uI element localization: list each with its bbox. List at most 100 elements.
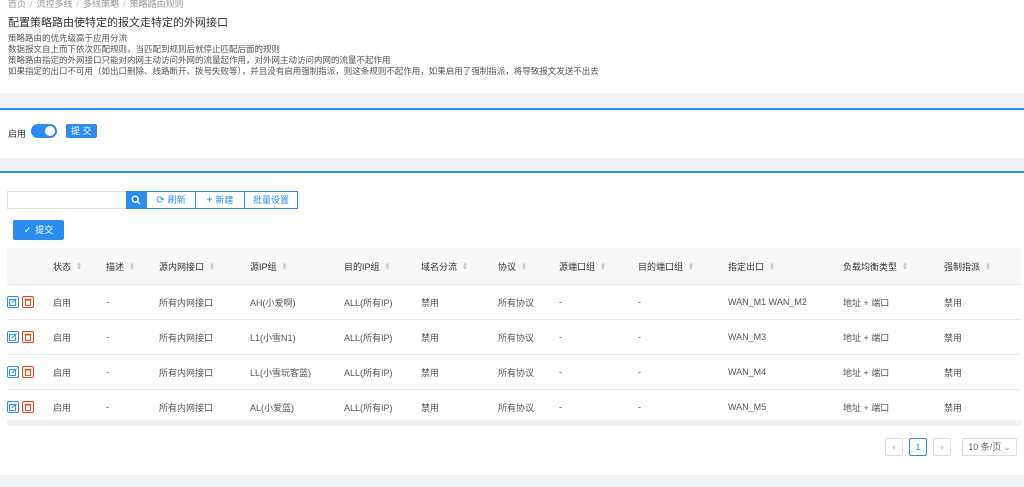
col-src-port[interactable]: 源端口组 ▲ ▼ <box>559 248 638 285</box>
cell-force: 禁用 <box>944 354 1021 390</box>
cell-lb: 地址 + 端口 <box>843 319 944 355</box>
col-dst-ip[interactable]: 目的IP组 ▲ ▼ <box>344 248 421 285</box>
description-line: 数据报文自上而下依次匹配规则，当匹配到规则后就停止匹配后面的规则 <box>8 44 281 54</box>
edit-icon <box>9 403 17 411</box>
col-proto[interactable]: 协议 ▲ ▼ <box>498 248 559 285</box>
delete-button[interactable] <box>22 296 34 308</box>
delete-button[interactable] <box>22 366 34 378</box>
submit-button[interactable]: ✓ 提交 <box>13 220 64 240</box>
new-button[interactable]: + 新建 <box>195 191 245 209</box>
sort-icon[interactable]: ▲ ▼ <box>688 262 694 272</box>
chevron-down-icon: ⌄ <box>1003 442 1011 452</box>
breadcrumb-current: 策略路由规则 <box>129 0 184 9</box>
edit-icon <box>9 368 17 376</box>
search-input[interactable] <box>7 191 126 209</box>
sort-icon[interactable]: ▲ ▼ <box>209 262 215 272</box>
cell-lb: 地址 + 端口 <box>843 354 944 390</box>
check-icon: ✓ <box>23 225 32 235</box>
cell-dst-ip: ALL(所有IP) <box>344 319 421 355</box>
cell-dst-ip: ALL(所有IP) <box>344 354 421 390</box>
edit-button[interactable] <box>7 366 19 378</box>
table-scrollbar-track[interactable] <box>7 420 1021 426</box>
page-title: 配置策略路由使特定的报文走特定的外网接口 <box>8 17 228 29</box>
breadcrumb-home[interactable]: 首页 <box>8 0 26 9</box>
edit-button[interactable] <box>7 401 19 413</box>
new-label: 新建 <box>215 195 234 205</box>
cell-desc: - <box>106 284 159 320</box>
col-src-iface[interactable]: 源内网接口 ▲ ▼ <box>159 248 250 285</box>
description-line: 如果指定的出口不可用（如出口删除、线路断开、拨号失败等），并且没有启用强制指派，… <box>8 66 599 76</box>
delete-button[interactable] <box>22 401 34 413</box>
col-status[interactable]: 状态 ▲ ▼ <box>53 248 106 285</box>
col-force[interactable]: 强制指派 ▲ ▼ <box>944 248 1021 285</box>
search-icon <box>131 195 141 205</box>
cell-src-iface: 所有内网接口 <box>159 354 250 390</box>
cell-domain: 禁用 <box>421 319 498 355</box>
refresh-icon: ⟳ <box>156 195 165 206</box>
sort-icon[interactable]: ▲ ▼ <box>385 262 391 272</box>
enable-submit-button[interactable]: 提 交 <box>66 124 97 138</box>
sort-icon[interactable]: ▲ ▼ <box>985 262 991 272</box>
sort-icon[interactable]: ▲ ▼ <box>282 262 288 272</box>
enable-panel: 启用 提 交 <box>0 108 1024 158</box>
col-src-ip[interactable]: 源IP组 ▲ ▼ <box>250 248 344 285</box>
sort-icon[interactable]: ▲ ▼ <box>902 262 908 272</box>
cell-src-ip: LL(小雪玩客蓝) <box>250 354 344 390</box>
cell-status: 启用 <box>53 319 106 355</box>
sort-icon[interactable]: ▲ ▼ <box>129 262 135 272</box>
edit-button[interactable] <box>7 296 19 308</box>
cell-proto: 所有协议 <box>498 319 559 355</box>
col-lb[interactable]: 负载均衡类型 ▲ ▼ <box>843 248 944 285</box>
rules-table: 状态 ▲ ▼ 描述 ▲ ▼ 源内网接口 ▲ ▼ 源IP组 ▲ ▼ 目的IP组 ▲ ▼ 域名分流 ▲ ▼ … <box>7 248 1021 425</box>
batch-settings-button[interactable]: 批量设置 <box>244 191 298 209</box>
edit-button[interactable] <box>7 331 19 343</box>
pagination-prev[interactable]: ‹ <box>885 438 903 456</box>
enable-label: 启用 <box>8 129 27 139</box>
cell-lb: 地址 + 端口 <box>843 284 944 320</box>
sort-icon[interactable]: ▲ ▼ <box>521 262 527 272</box>
description-line: 策略路由的优先级高于应用分流 <box>8 33 128 43</box>
col-domain[interactable]: 域名分流 ▲ ▼ <box>421 248 498 285</box>
cell-exit: WAN_M1 WAN_M2 <box>728 284 843 320</box>
breadcrumb-flow[interactable]: 流控多线 <box>37 0 73 9</box>
enable-switch[interactable] <box>31 124 57 138</box>
col-exit[interactable]: 指定出口 ▲ ▼ <box>728 248 843 285</box>
page-size-value: 10 条/页 <box>968 442 1002 452</box>
search-button[interactable] <box>126 191 146 209</box>
pagination-next[interactable]: › <box>933 438 951 456</box>
delete-button[interactable] <box>22 331 34 343</box>
switch-knob <box>45 126 55 136</box>
table-row: 启用 - 所有内网接口 AH(小爱啊) ALL(所有IP) 禁用 所有协议 - … <box>7 284 1021 320</box>
sort-icon[interactable]: ▲ ▼ <box>76 262 82 272</box>
cell-domain: 禁用 <box>421 354 498 390</box>
col-desc[interactable]: 描述 ▲ ▼ <box>106 248 159 285</box>
cell-domain: 禁用 <box>421 284 498 320</box>
cell-exit: WAN_M3 <box>728 319 843 355</box>
table-row: 启用 - 所有内网接口 LL(小雪玩客蓝) ALL(所有IP) 禁用 所有协议 … <box>7 354 1021 390</box>
pagination-page-1[interactable]: 1 <box>909 438 927 456</box>
page-footer-gap <box>0 475 1024 487</box>
sort-icon[interactable]: ▲ ▼ <box>769 262 775 272</box>
trash-icon <box>24 333 32 341</box>
cell-src-ip: L1(小雪N1) <box>250 319 344 355</box>
breadcrumb-policy[interactable]: 多线策略 <box>83 0 119 9</box>
col-dst-port[interactable]: 目的端口组 ▲ ▼ <box>638 248 728 285</box>
breadcrumb: 首页 / 流控多线 / 多线策略 / 策略路由规则 <box>8 0 184 9</box>
refresh-button[interactable]: ⟳ 刷新 <box>146 191 196 209</box>
sort-icon[interactable]: ▲ ▼ <box>600 262 606 272</box>
sort-icon[interactable]: ▲ ▼ <box>462 262 468 272</box>
trash-icon <box>24 403 32 411</box>
description-line: 策略路由指定的外网接口只能对内网主动访问外网的流量起作用，对外网主动访问内网的流… <box>8 55 391 65</box>
cell-desc: - <box>106 319 159 355</box>
submit-label: 提交 <box>35 225 54 235</box>
header-panel: 首页 / 流控多线 / 多线策略 / 策略路由规则 配置策略路由使特定的报文走特定的外网接口… <box>0 0 1024 93</box>
plus-icon: + <box>206 195 213 206</box>
cell-src-port: - <box>559 319 638 355</box>
cell-src-iface: 所有内网接口 <box>159 319 250 355</box>
trash-icon <box>24 298 32 306</box>
cell-exit: WAN_M4 <box>728 354 843 390</box>
page-size-select[interactable]: 10 条/页 ⌄ <box>962 438 1017 456</box>
cell-dst-port: - <box>638 354 728 390</box>
table-header-row: 状态 ▲ ▼ 描述 ▲ ▼ 源内网接口 ▲ ▼ 源IP组 ▲ ▼ 目的IP组 ▲ ▼ 域名分流 ▲ ▼ … <box>7 248 1021 285</box>
cell-status: 启用 <box>53 284 106 320</box>
